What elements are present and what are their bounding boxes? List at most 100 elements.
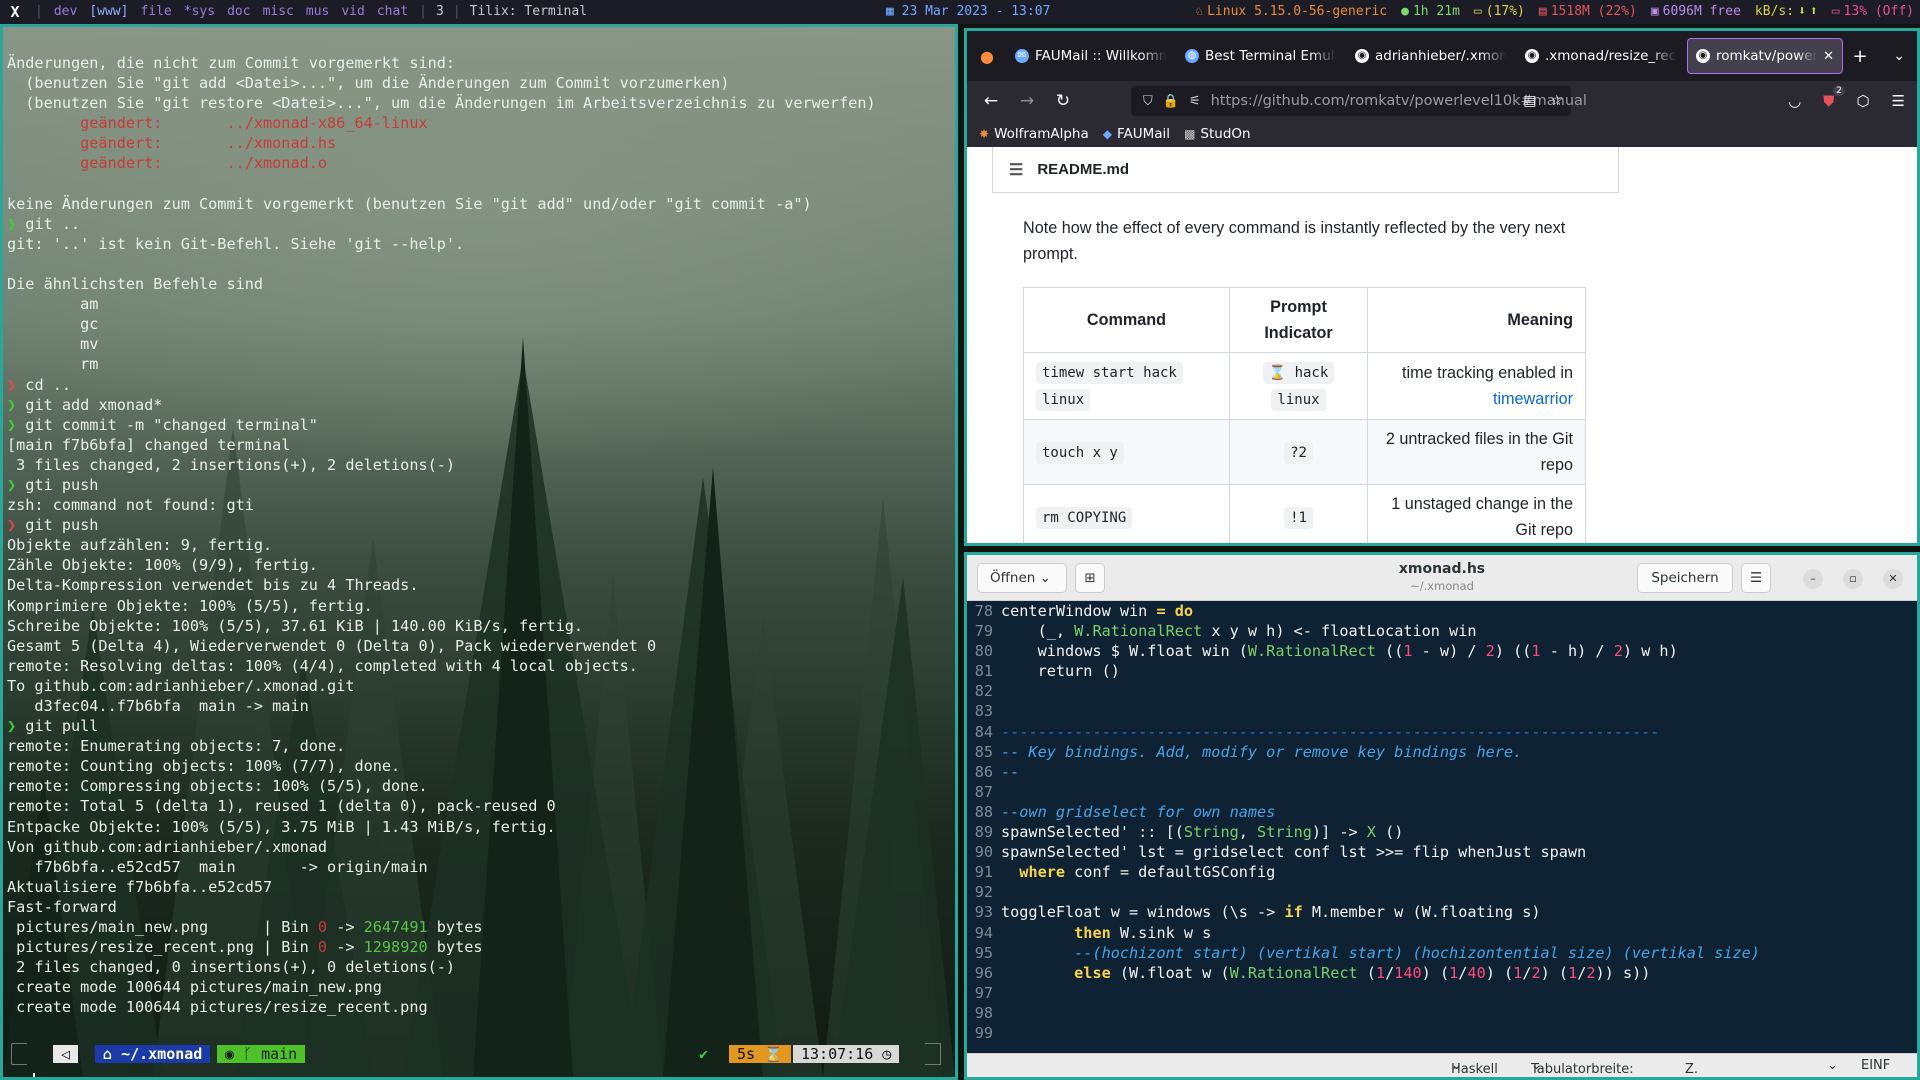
language-selector[interactable]: Haskell ⌄ [1451,1058,1498,1077]
terminal-line: remote: Total 5 (delta 1), reused 1 (del… [7,796,951,816]
prompt-arrow-icon: ❯ [7,516,17,535]
code-line: 96 else (W.float w (W.RationalRect (1/14… [967,963,1917,983]
workspace-7[interactable]: vid [341,4,364,19]
uptime-text: 1h 21m [1412,4,1460,19]
code-token: )) s)) [1595,963,1651,982]
bookmark-faumail[interactable]: ◆ FAUMail [1103,126,1170,142]
code-text: -- [1001,762,1019,782]
hamburger-menu-button[interactable]: ☰ [1741,563,1771,593]
column-header: Prompt Indicator [1229,287,1368,353]
code-editor[interactable]: 78 centerWindow win = do 79 (_, W.Rational… [967,601,1917,1053]
status-ok-segment: ✔ [691,1045,716,1063]
text-cursor [33,1073,35,1077]
code-line: 84 --------------------------------------… [967,722,1917,742]
workspace-1[interactable]: [www] [89,4,128,19]
layout-indicator[interactable]: 3 [436,0,444,24]
lock-icon[interactable]: 🔒 [1163,94,1179,109]
code-token: ( [1357,963,1376,982]
prompt-arrow-icon: ❯ [7,214,17,233]
extensions-icon[interactable]: ⬡ [1856,92,1869,110]
terminal-output[interactable]: Änderungen, die nicht zum Commit vorgeme… [7,53,951,1018]
code-token: / [1577,963,1587,982]
code-token: 2 [1531,963,1541,982]
chevron-down-icon[interactable]: ⌄ [1827,1058,1838,1073]
line-number: 82 [974,682,993,701]
branch-icon: ᚴ [234,1045,262,1063]
url-actions: ▤ ☆ [1523,93,1563,109]
prompt-indicator-cell: ⌛ hack linux [1229,352,1368,420]
bookmark-label: WolframAlpha [994,126,1089,142]
terminal-line: Komprimiere Objekte: 100% (5/5), fertig. [7,596,951,616]
directory-text: ~/.xmonad [121,1045,203,1063]
hourglass-icon: ⌛ [764,1045,783,1063]
language-text: Haskell [1451,1062,1498,1077]
bookmark-wolframalpha[interactable]: ✸ WolframAlpha [979,126,1089,142]
timewarrior-link[interactable]: timewarrior [1493,390,1573,408]
outline-list-icon[interactable]: ☰ [1009,160,1023,180]
pocket-icon[interactable]: ◡ [1788,92,1801,110]
readme-title: README.md [1037,161,1130,178]
ublock-icon[interactable]: ⛊ 2 [1823,86,1845,110]
table-row: timew start hack linux ⌛ hack linux time t… [1023,352,1586,420]
prompt-indicator-table: Command Prompt Indicator Meaning timew s… [1023,287,1586,543]
tab-0[interactable]: ✉ FAUMail :: Willkommen [1007,38,1175,74]
reader-view-icon[interactable]: ▤ [1523,93,1536,109]
bookmark-star-icon[interactable]: ☆ [1550,93,1563,109]
line-number: 93 [974,903,993,922]
tab-4[interactable]: ◉ romkatv/powerlevel10k ✕ [1687,38,1843,74]
app-menu-icon[interactable]: ☰ [1892,92,1905,110]
maximize-button[interactable]: ▫ [1843,569,1863,589]
table-header-row: Command Prompt Indicator Meaning [1023,287,1586,353]
code-token: toggleFloat w = windows (\s -> [1001,903,1285,922]
tab-width-selector[interactable]: Tabulatorbreite: 8 ⌄ [1531,1058,1634,1077]
back-button[interactable]: ← [973,91,1009,111]
terminal-line: [main f7b6bfa] changed terminal [7,435,951,455]
workspace-2[interactable]: file [140,4,171,19]
new-tab-button[interactable]: + [1845,46,1875,67]
insert-mode[interactable]: EINF [1861,1058,1890,1073]
terminal-line: Die ähnlichsten Befehle sind [7,274,951,294]
tracking-shield-icon[interactable]: ⛉ [1143,94,1153,109]
reload-button[interactable]: ↻ [1045,91,1081,111]
code-token: ) ( [1421,963,1450,982]
terminal-line: ❯ git commit -m "changed terminal" [7,415,951,435]
indicator-code: ?2 [1284,441,1313,464]
terminal-text: 2 files changed, 0 insertions(+), 0 dele… [7,958,456,977]
workspace-8[interactable]: chat [377,4,408,19]
terminal-line: (benutzen Sie "git restore <Datei>...", … [7,93,951,113]
line-number: 98 [974,1003,993,1022]
url-bar[interactable]: ⛉ 🔒 ⚟ https://github.com/romkatv/powerle… [1131,86,1587,116]
code-line: 92 [967,882,1917,902]
column-header: Command [1023,287,1230,353]
workspace-6[interactable]: mus [306,4,329,19]
tab-1[interactable]: ◍ Best Terminal Emulator [1177,38,1345,74]
line-number: 96 [974,963,993,982]
status-bar: X | dev [www] file *sys doc misc mus vid chat | … [0,0,1920,24]
forward-button[interactable]: → [1009,91,1045,111]
tab-strip: ● ✉ FAUMail :: Willkommen ◍ Best Terminal E… [967,31,1917,81]
disk-text: 6096M free [1662,4,1741,19]
tab-3[interactable]: ◉ .xmonad/resize_recent [1517,38,1685,74]
close-tab-icon[interactable]: ✕ [1823,49,1834,64]
code-token: 2 [1613,642,1623,661]
terminal-text: remote: Total 5 (delta 1), reused 1 (del… [7,797,556,816]
code-text: toggleFloat w = windows (\s -> if M.memb… [1001,902,1541,922]
terminal-window[interactable]: Änderungen, die nicht zum Commit vorgeme… [0,24,958,1080]
workspace-5[interactable]: misc [263,4,294,19]
list-all-tabs-icon[interactable]: ⌄ [1893,48,1905,64]
minimize-button[interactable]: – [1803,569,1823,589]
code-token: ----------------------------------------… [1001,722,1660,741]
save-button[interactable]: Speichern [1637,563,1733,593]
workspace-3[interactable]: *sys [184,4,215,19]
close-button[interactable]: ✕ [1883,569,1903,589]
firefox-window: ● ✉ FAUMail :: Willkommen ◍ Best Terminal E… [964,28,1920,546]
workspace-0[interactable]: dev [54,4,77,19]
terminal-text: keine Änderungen zum Commit vorgemerkt (… [7,194,812,213]
permissions-icon[interactable]: ⚟ [1189,94,1201,109]
tab-2[interactable]: ◉ adrianhieber/.xmonad [1347,38,1515,74]
command-cell: rm COPYING [1023,484,1230,543]
firefox-view-icon[interactable]: ● [967,47,1007,66]
bookmark-studon[interactable]: ▩ StudOn [1184,126,1251,142]
code-token: 40 [1467,963,1486,982]
workspace-4[interactable]: doc [227,4,250,19]
